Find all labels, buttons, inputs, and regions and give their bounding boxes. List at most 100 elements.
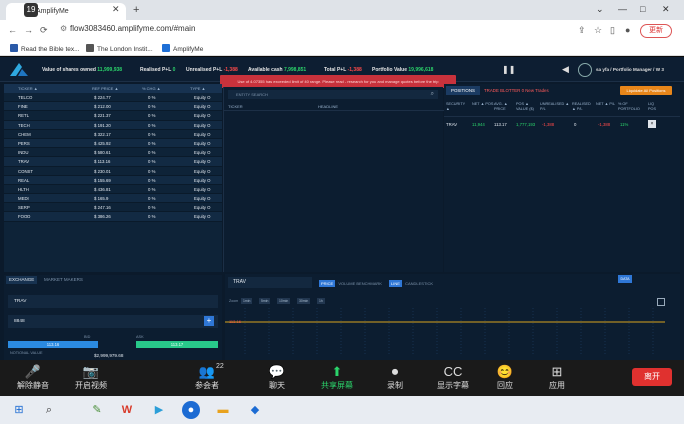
- tab-volume-benchmark[interactable]: VOLUME BENCHMARK: [338, 281, 382, 286]
- realised-pl-stat: Realised P+L 0: [140, 67, 176, 73]
- new-tab-icon[interactable]: +: [133, 4, 139, 16]
- position-row[interactable]: TRAV 11,944 113.17 1,777,193 -1,388 0 -1…: [444, 120, 680, 130]
- zoom-control-4[interactable]: ⬆ 共享屏幕: [312, 363, 362, 391]
- ticker-price: $ 212.00: [94, 104, 111, 110]
- volume-icon[interactable]: ◀: [562, 64, 569, 75]
- add-quantity-button[interactable]: +: [204, 316, 214, 326]
- tab-price[interactable]: PRICE: [319, 280, 336, 287]
- col-header-security[interactable]: SECURITY ▲: [446, 102, 468, 112]
- ticker-row[interactable]: HLTH $ 436.81 0 % Equity O: [4, 185, 222, 195]
- tab-positions[interactable]: POSITIONS: [446, 86, 480, 95]
- ticker-row[interactable]: INDU $ 580.61 0 % Equity O: [4, 148, 222, 158]
- col-header-ticker[interactable]: TICKER ▲: [18, 86, 38, 91]
- pause-icon[interactable]: ❚❚: [502, 65, 515, 74]
- sell-at-bid-button[interactable]: 113.16: [8, 341, 98, 348]
- liquidate-position-button[interactable]: ×: [648, 120, 656, 128]
- tab-candlestick[interactable]: CANDLESTICK: [405, 281, 433, 286]
- col-header-chg[interactable]: % CHG ▲: [142, 86, 161, 91]
- zoom-control-1[interactable]: 📷 开启视频: [66, 363, 116, 391]
- available-cash-stat: Available cash 7,998,851: [248, 67, 307, 73]
- zoom-control-8[interactable]: ⊞ 应用: [532, 363, 582, 391]
- ticker-row[interactable]: REAL $ 155.69 0 % Equity O: [4, 175, 222, 185]
- ticker-row[interactable]: CHEM $ 322.17 0 % Equity O: [4, 130, 222, 139]
- range-5min[interactable]: 5min: [259, 298, 271, 304]
- pinned-app-icon[interactable]: ✎: [88, 401, 106, 419]
- ticker-row[interactable]: TECH $ 191.20 0 % Equity O: [4, 120, 222, 130]
- ticker-row[interactable]: TRAV $ 113.16 0 % Equity O: [4, 157, 222, 167]
- buy-at-ask-button[interactable]: 113.17: [136, 341, 218, 348]
- zoom-control-7[interactable]: 😊 回应: [480, 363, 530, 391]
- ticker-row[interactable]: CONST $ 230.01 0 % Equity O: [4, 167, 222, 176]
- star-icon[interactable]: ☆: [594, 25, 602, 36]
- media-player-icon[interactable]: ▶: [150, 401, 168, 419]
- col-header-liq-pos[interactable]: LIQ POS: [648, 102, 662, 112]
- maximize-icon[interactable]: □: [640, 4, 645, 14]
- ticker-row[interactable]: SERP $ 247.16 0 % Equity O: [4, 203, 222, 213]
- zoom-control-5[interactable]: ⏺ 录制: [370, 363, 420, 391]
- col-header-unrealised[interactable]: UNREALISED ▲ P/L: [540, 102, 570, 112]
- app-icon[interactable]: ◆: [246, 401, 264, 419]
- amplifyme-app: Value of shares owned 11,999,938 Realise…: [0, 57, 684, 360]
- reload-icon[interactable]: ⟳: [40, 25, 48, 36]
- col-header-net-pl[interactable]: NET ▲ P/L: [596, 102, 618, 107]
- windows-start-icon[interactable]: ⊞: [10, 401, 28, 419]
- col-header-avg-price[interactable]: AVG. ▲ PRICE: [494, 102, 516, 112]
- ticker-row[interactable]: TELCO $ 224.77 0 % Equity O: [4, 93, 222, 103]
- tab-exchange[interactable]: EXCHANGE: [6, 276, 38, 284]
- col-header-pct-portfolio[interactable]: % OF PORTFOLIO: [618, 102, 644, 112]
- url-field[interactable]: flow3083460.amplifyme.com/#main: [70, 24, 195, 33]
- bookmark-london[interactable]: The London Instit...: [86, 44, 153, 53]
- settings-icon[interactable]: [578, 63, 592, 77]
- range-1h[interactable]: 1h: [317, 298, 325, 304]
- minimize-icon[interactable]: —: [618, 4, 627, 14]
- chart-panel: TRAV PRICE VOLUME BENCHMARK LINE CANDLES…: [225, 274, 680, 360]
- security-field[interactable]: TRAV: [8, 295, 218, 308]
- update-button[interactable]: 更新: [640, 24, 672, 38]
- col-header-pos-value[interactable]: POS ▲ VALUE ($): [516, 102, 538, 112]
- ticker-row[interactable]: RETL $ 221.37 0 % Equity O: [4, 111, 222, 121]
- zoom-control-3[interactable]: 💬 聊天: [252, 363, 302, 391]
- search-icon[interactable]: ⌕: [431, 90, 434, 99]
- back-icon[interactable]: ←: [8, 25, 17, 35]
- quantity-field[interactable]: 8848: [8, 315, 218, 328]
- chart-security-field[interactable]: TRAV: [228, 277, 312, 288]
- position-unrealised: -1,388: [542, 122, 555, 127]
- ticker-row[interactable]: MEDI $ 165.9 0 % Equity O: [4, 194, 222, 204]
- range-1min[interactable]: 1min: [241, 298, 253, 304]
- profile-icon[interactable]: ●: [625, 25, 630, 35]
- site-info-icon[interactable]: ⚙: [60, 24, 67, 33]
- tab-market-makers[interactable]: MARKET MAKERS: [44, 276, 83, 284]
- tab-line[interactable]: LINE: [389, 280, 402, 287]
- zoom-notification-badge[interactable]: 19: [24, 3, 38, 17]
- ticker-row[interactable]: FOOD $ 386.26 0 % Equity O: [4, 212, 222, 222]
- search-icon[interactable]: ⌕: [40, 401, 58, 419]
- col-header-ref-price[interactable]: REF PRICE ▲: [92, 86, 118, 91]
- tab-trade-blotter[interactable]: TRADE BLOTTER 0 New Trades: [484, 86, 549, 95]
- bookmark-amplifyme[interactable]: AmplifyMe: [162, 44, 203, 53]
- zoom-control-2[interactable]: 👥 参会者 22: [182, 363, 232, 391]
- chart-data-button[interactable]: DATA: [618, 275, 632, 283]
- col-header-realised[interactable]: REALISED ▲ P/L: [572, 102, 594, 112]
- ticker-row[interactable]: PERS $ 425.92 0 % Equity O: [4, 138, 222, 149]
- liquidate-all-button[interactable]: Liquidate All Positions: [620, 86, 672, 95]
- bookmark-bible[interactable]: Read the Bible tex...: [10, 44, 80, 53]
- chevron-down-icon[interactable]: ⌄: [596, 4, 604, 15]
- sidepanel-icon[interactable]: ▯: [610, 25, 615, 36]
- entity-search-input[interactable]: ENTITY SEARCH ⌕: [228, 90, 438, 99]
- col-header-net-pos[interactable]: NET ▲ POS: [472, 102, 494, 107]
- zoom-control-6[interactable]: CC 显示字幕: [428, 363, 478, 391]
- wps-icon[interactable]: W: [118, 401, 136, 419]
- expand-icon[interactable]: [657, 298, 665, 306]
- ticker-row[interactable]: FINE $ 212.00 0 % Equity O: [4, 102, 222, 112]
- range-30min[interactable]: 30min: [297, 298, 311, 304]
- share-icon[interactable]: ⇪: [578, 25, 586, 36]
- leave-meeting-button[interactable]: 离开: [632, 368, 672, 386]
- file-explorer-icon[interactable]: ▬: [214, 401, 232, 419]
- forward-icon[interactable]: →: [24, 25, 33, 35]
- window-close-icon[interactable]: ✕: [662, 4, 670, 15]
- close-icon[interactable]: ✕: [112, 4, 120, 15]
- zoom-taskbar-icon[interactable]: ●: [182, 401, 200, 419]
- col-header-type[interactable]: TYPE ▲: [190, 86, 206, 91]
- zoom-control-0[interactable]: 🎤 解除静音: [8, 363, 58, 391]
- range-10min[interactable]: 10min: [277, 298, 291, 304]
